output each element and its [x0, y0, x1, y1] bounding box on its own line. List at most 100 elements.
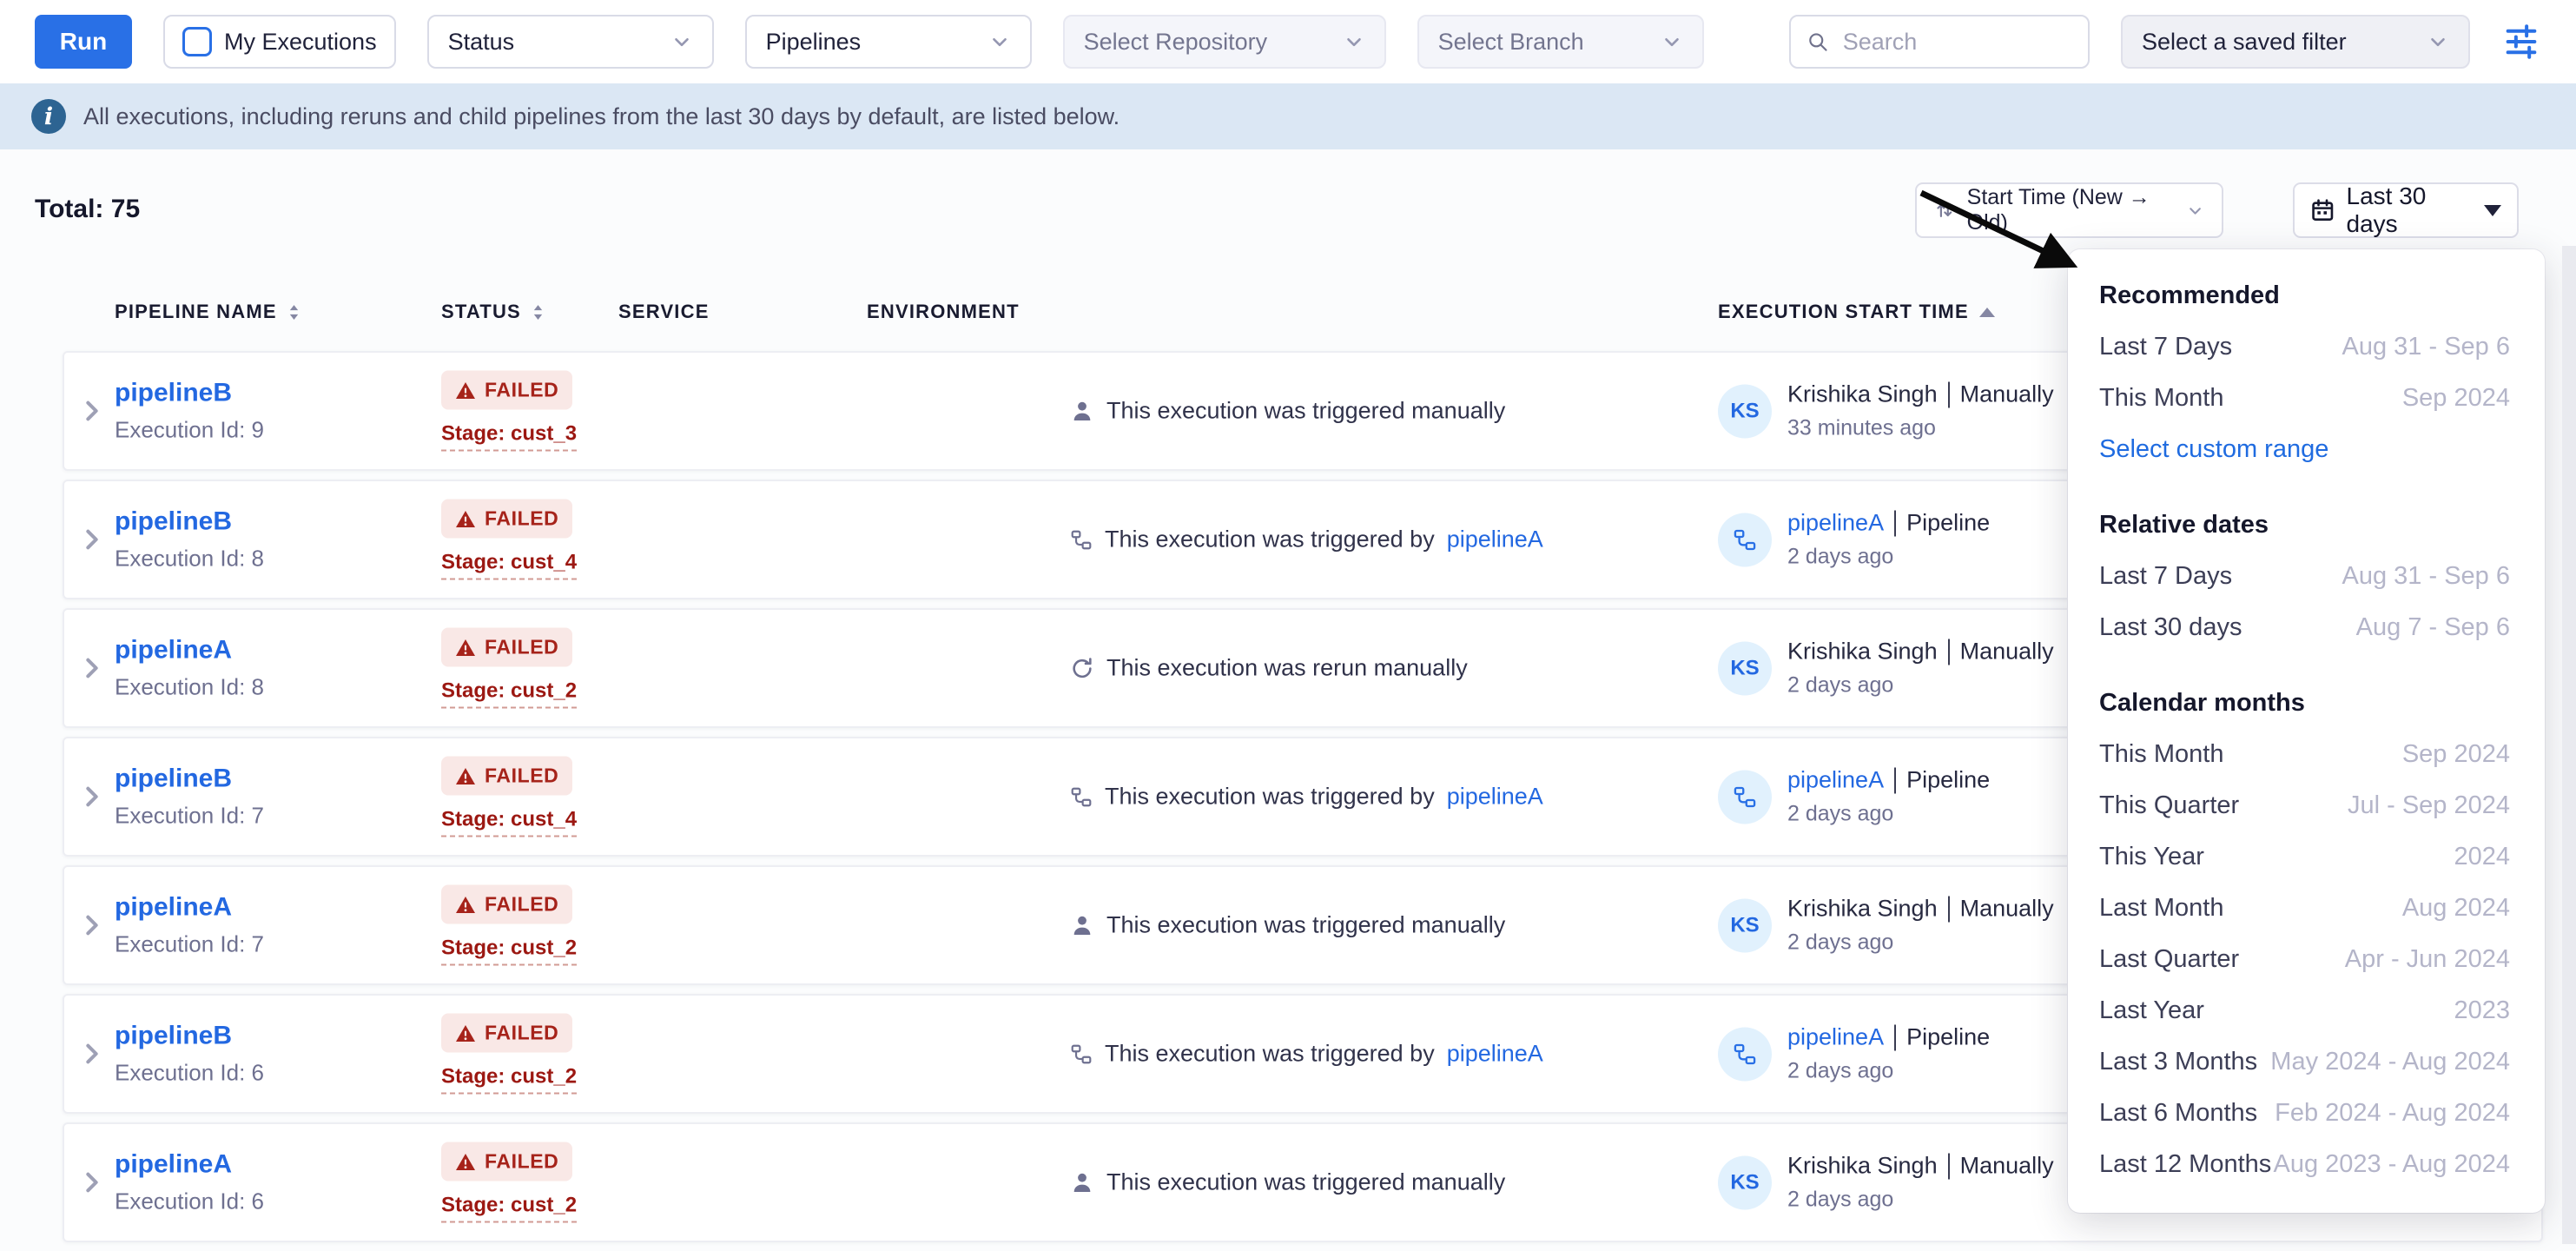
pipeline-name-link[interactable]: pipelineB — [115, 1022, 264, 1051]
column-header-execution-start-time[interactable]: EXECUTION START TIME — [1718, 301, 1995, 323]
trigger-info: This execution was triggered manually — [1070, 1169, 1505, 1196]
expand-chevron-icon[interactable] — [78, 1168, 106, 1196]
trigger-pipeline-link[interactable]: pipelineA — [1447, 784, 1543, 811]
pipeline-icon — [1070, 1042, 1093, 1065]
execution-id: Execution Id: 7 — [115, 931, 264, 958]
menu-item-last-6-months[interactable]: Last 6 Months Feb 2024 - Aug 2024 — [2068, 1088, 2545, 1139]
column-sort-icon[interactable] — [287, 303, 301, 321]
pipeline-name-link[interactable]: pipelineB — [115, 507, 264, 537]
menu-item-last-month[interactable]: Last Month Aug 2024 — [2068, 883, 2545, 934]
expand-chevron-icon[interactable] — [78, 911, 106, 939]
total-count: Total: 75 — [35, 195, 140, 224]
trigger-pipeline-link[interactable]: pipelineA — [1447, 526, 1543, 553]
user-icon — [1070, 913, 1094, 937]
stage-link[interactable]: Stage: cust_2 — [441, 1065, 577, 1095]
stage-link[interactable]: Stage: cust_2 — [441, 679, 577, 709]
trigger-pipeline-link[interactable]: pipelineA — [1447, 1041, 1543, 1068]
menu-item-last-12-months[interactable]: Last 12 Months Aug 2023 - Aug 2024 — [2068, 1139, 2545, 1190]
trigger-text: This execution was triggered manually — [1106, 912, 1505, 939]
chevron-down-icon — [1343, 30, 1365, 53]
pipeline-name-link[interactable]: pipelineB — [115, 764, 264, 794]
triggered-by-pipeline-link[interactable]: pipelineA — [1787, 767, 1884, 794]
execution-start-cell: KS Krishika Singh Manually 2 days ago — [1718, 1153, 2054, 1213]
pipeline-name-link[interactable]: pipelineA — [115, 636, 264, 665]
column-header-pipeline-name[interactable]: PIPELINE NAME — [115, 301, 301, 323]
status-badge: FAILED — [441, 757, 572, 796]
menu-item-select-custom-range[interactable]: Select custom range — [2068, 424, 2545, 475]
status-badge: FAILED — [441, 500, 572, 539]
menu-item-this-quarter[interactable]: This Quarter Jul - Sep 2024 — [2068, 780, 2545, 831]
trigger-text: This execution was triggered by — [1105, 526, 1435, 553]
relative-time: 2 days ago — [1787, 1059, 1990, 1084]
triggered-by-pipeline-link[interactable]: pipelineA — [1787, 1024, 1884, 1051]
stage-link[interactable]: Stage: cust_4 — [441, 808, 577, 837]
execution-id: Execution Id: 6 — [115, 1060, 264, 1087]
pipeline-icon — [1070, 785, 1093, 808]
date-range-dropdown[interactable]: Last 30 days — [2293, 182, 2519, 238]
select-branch-dropdown[interactable]: Select Branch — [1417, 15, 1704, 69]
stage-link[interactable]: Stage: cust_4 — [441, 551, 577, 580]
relative-time: 2 days ago — [1787, 1188, 2054, 1213]
stage-link[interactable]: Stage: cust_2 — [441, 1194, 577, 1223]
menu-section-header: Recommended — [2068, 270, 2545, 321]
relative-time: 2 days ago — [1787, 673, 2054, 698]
menu-item-last-3-months[interactable]: Last 3 Months May 2024 - Aug 2024 — [2068, 1036, 2545, 1088]
status-label: FAILED — [485, 507, 558, 531]
column-sort-icon[interactable] — [532, 303, 545, 321]
separator — [1948, 896, 1950, 922]
execution-start-cell: pipelineA Pipeline 2 days ago — [1718, 1024, 1990, 1084]
avatar: KS — [1718, 641, 1772, 695]
menu-item-last-7-days[interactable]: Last 7 Days Aug 31 - Sep 6 — [2068, 321, 2545, 373]
menu-item-last-quarter[interactable]: Last Quarter Apr - Jun 2024 — [2068, 934, 2545, 985]
pipeline-name-link[interactable]: pipelineB — [115, 379, 264, 408]
menu-item-last-30-days[interactable]: Last 30 days Aug 7 - Sep 6 — [2068, 602, 2545, 653]
user-icon — [1070, 399, 1094, 423]
warning-icon — [455, 1023, 476, 1043]
expand-chevron-icon[interactable] — [78, 783, 106, 811]
status-badge: FAILED — [441, 1014, 572, 1053]
menu-item-this-month[interactable]: This Month Sep 2024 — [2068, 373, 2545, 424]
filter-settings-icon[interactable] — [2501, 22, 2541, 62]
expand-chevron-icon[interactable] — [78, 526, 106, 553]
separator — [1948, 381, 1950, 407]
expand-chevron-icon[interactable] — [78, 654, 106, 682]
trigger-text: This execution was rerun manually — [1106, 655, 1468, 682]
menu-item-last-year[interactable]: Last Year 2023 — [2068, 985, 2545, 1036]
menu-item-last-7-days[interactable]: Last 7 Days Aug 31 - Sep 6 — [2068, 551, 2545, 602]
menu-section-header: Calendar months — [2068, 678, 2545, 729]
expand-chevron-icon[interactable] — [78, 397, 106, 425]
sort-dropdown[interactable]: Start Time (New → Old) — [1915, 182, 2223, 238]
warning-icon — [455, 1151, 476, 1172]
run-button[interactable]: Run — [35, 15, 132, 69]
search-box[interactable] — [1789, 15, 2090, 69]
caret-down-icon — [2484, 205, 2501, 216]
chevron-down-icon — [1661, 30, 1683, 53]
pipelines-filter-dropdown[interactable]: Pipelines — [745, 15, 1032, 69]
search-input[interactable] — [1841, 28, 2072, 56]
my-executions-toggle[interactable]: My Executions — [163, 15, 396, 69]
trigger-info: This execution was rerun manually — [1070, 655, 1468, 682]
sort-updown-icon — [1934, 198, 1955, 222]
vertical-scrollbar[interactable] — [2562, 246, 2576, 1244]
column-header-status[interactable]: STATUS — [441, 301, 545, 323]
pipeline-name-link[interactable]: pipelineA — [115, 893, 264, 923]
stage-link[interactable]: Stage: cust_2 — [441, 937, 577, 966]
menu-item-this-year[interactable]: This Year 2024 — [2068, 831, 2545, 883]
saved-filter-dropdown[interactable]: Select a saved filter — [2121, 15, 2470, 69]
execution-id: Execution Id: 8 — [115, 546, 264, 573]
triggered-by-pipeline-link[interactable]: pipelineA — [1787, 510, 1884, 537]
expand-chevron-icon[interactable] — [78, 1040, 106, 1068]
pipeline-icon — [1733, 1042, 1757, 1066]
status-filter-dropdown[interactable]: Status — [427, 15, 714, 69]
warning-icon — [455, 508, 476, 529]
menu-item-this-month[interactable]: This Month Sep 2024 — [2068, 729, 2545, 780]
trigger-info: This execution was triggered manually — [1070, 398, 1505, 425]
triggered-by-name: Krishika Singh — [1787, 896, 1938, 923]
stage-link[interactable]: Stage: cust_3 — [441, 422, 577, 452]
triggered-by-name: Krishika Singh — [1787, 1153, 1938, 1180]
menu-section-calendar-months: Calendar months This Month Sep 2024 This… — [2068, 678, 2545, 1190]
select-repository-dropdown[interactable]: Select Repository — [1063, 15, 1386, 69]
my-executions-checkbox[interactable] — [182, 27, 212, 56]
pipeline-name-link[interactable]: pipelineA — [115, 1150, 264, 1180]
sort-ascending-icon — [1979, 308, 1995, 317]
